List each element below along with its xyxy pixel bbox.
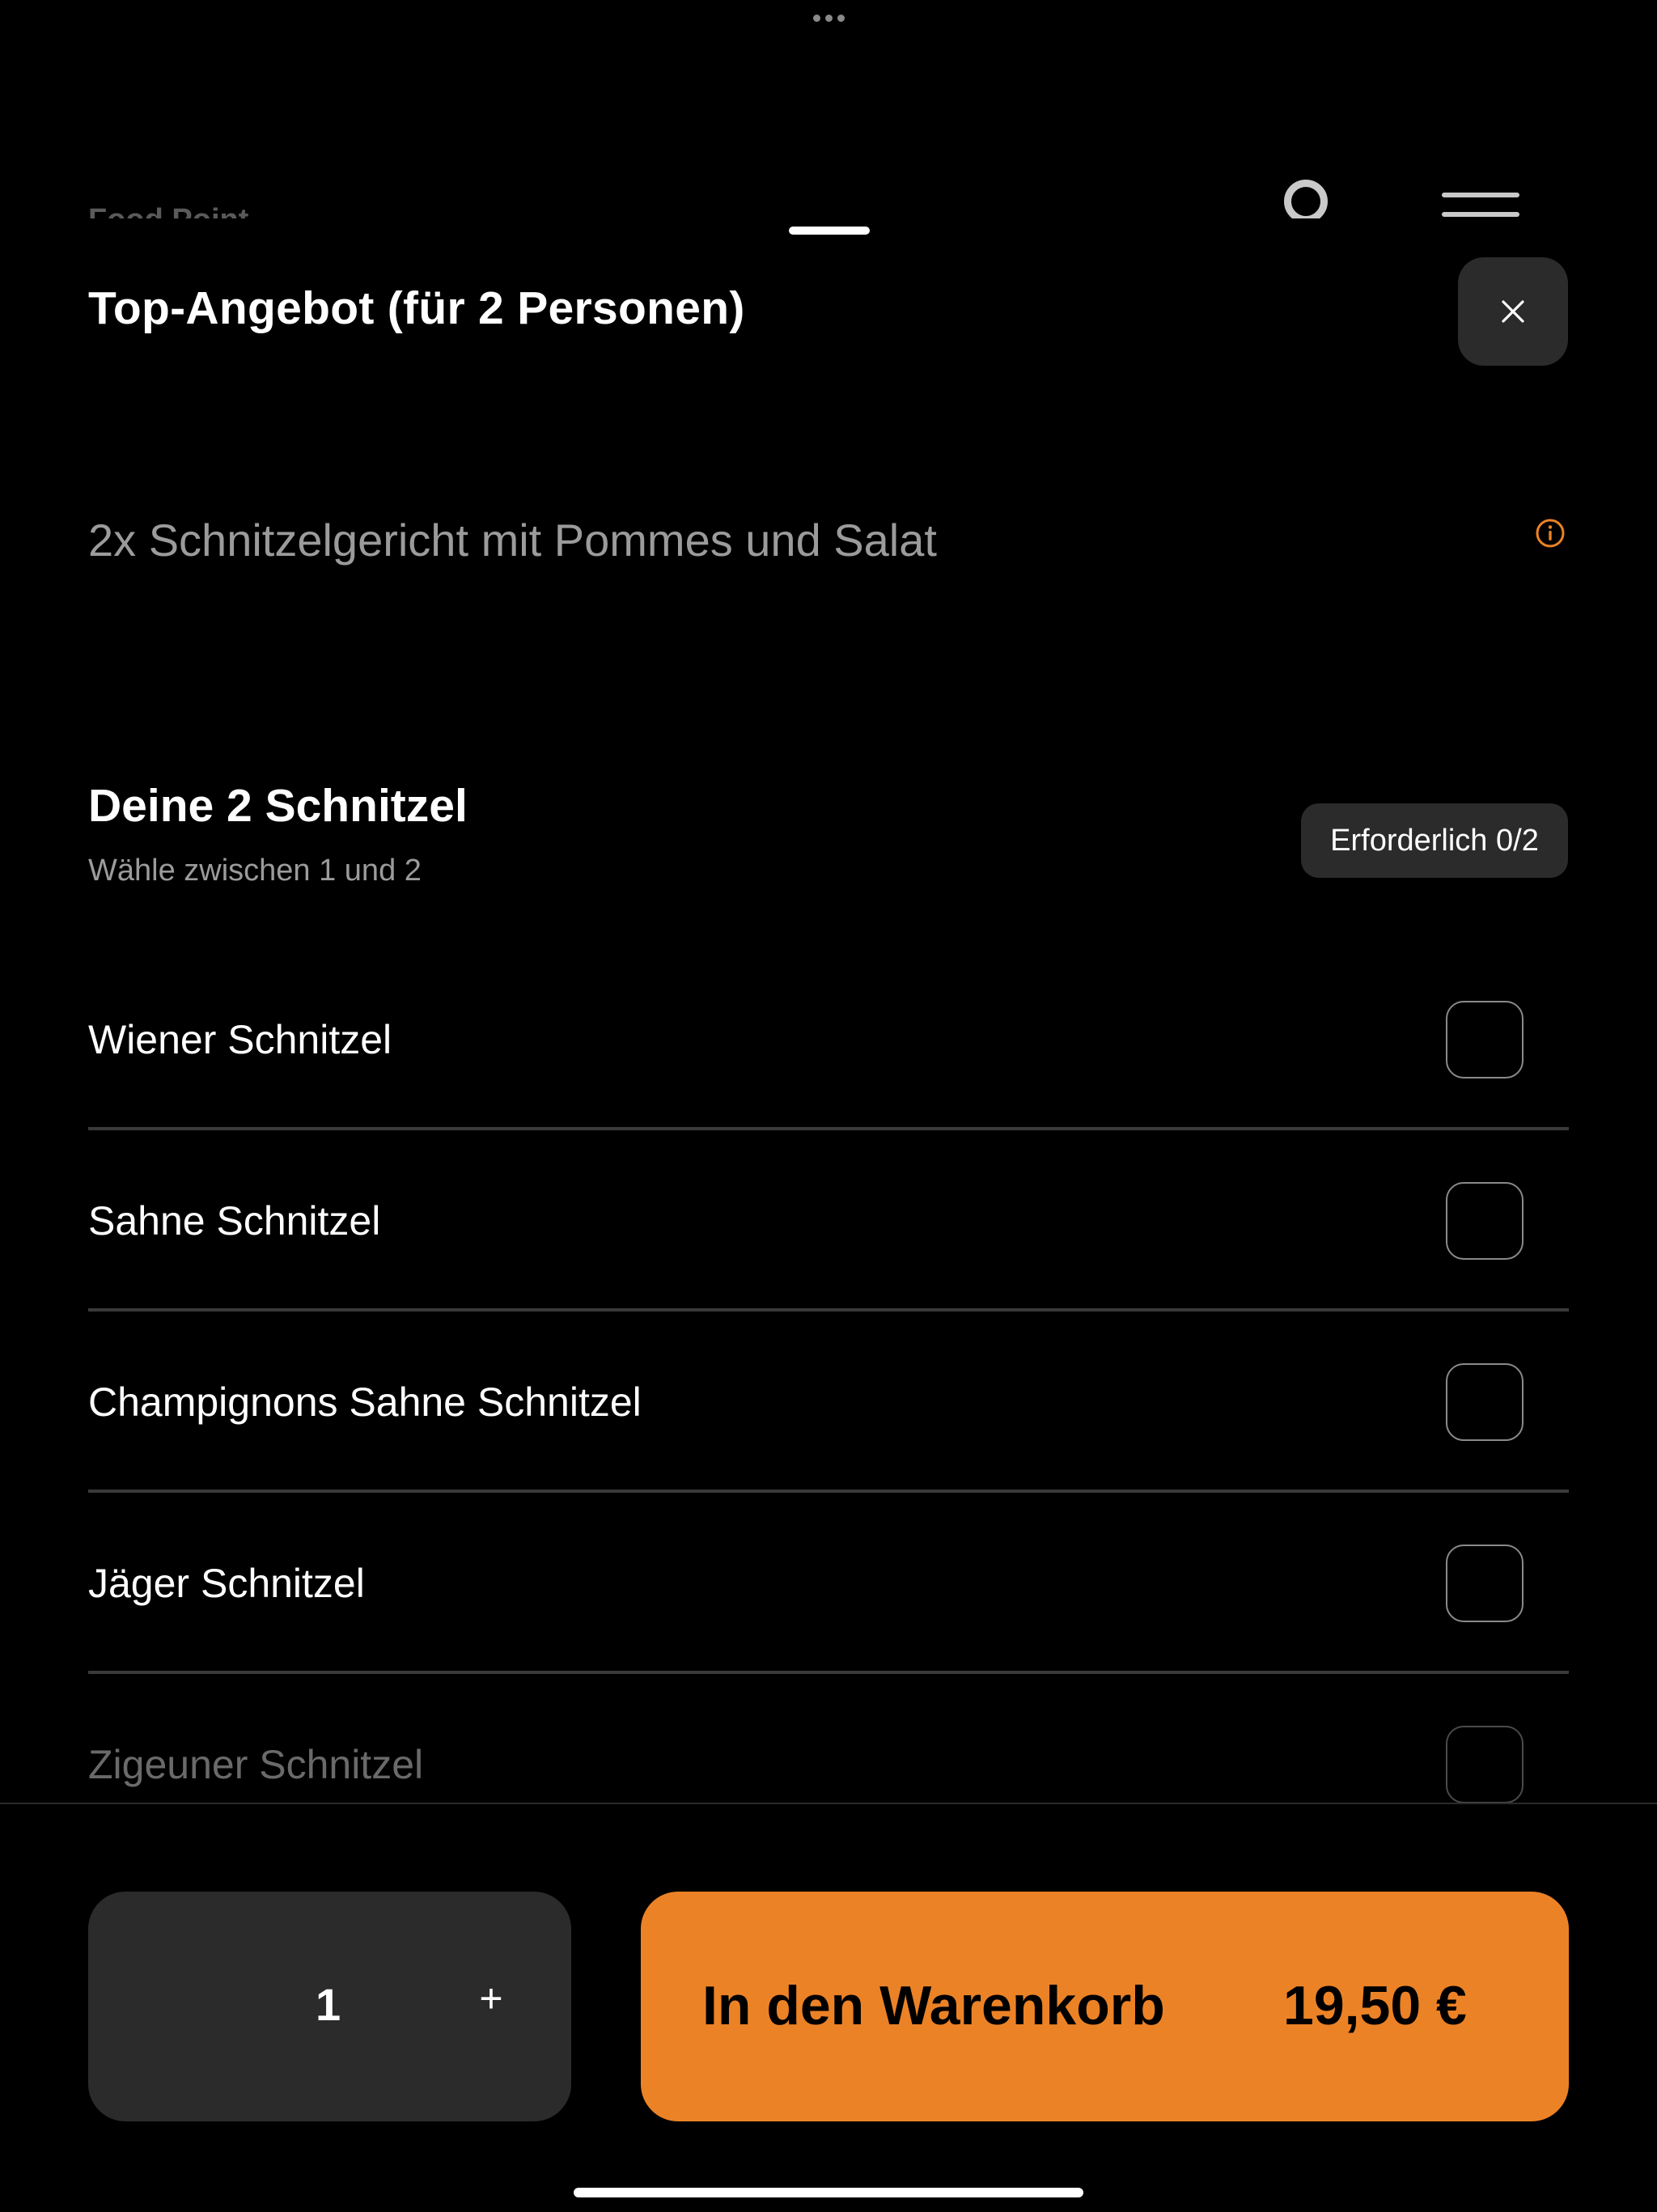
- close-icon: [1502, 300, 1524, 323]
- option-checkbox[interactable]: [1446, 1001, 1524, 1078]
- option-checkbox[interactable]: [1446, 1182, 1524, 1260]
- product-description: 2x Schnitzelgericht mit Pommes und Salat: [88, 515, 937, 566]
- option-row-jaeger[interactable]: Jäger Schnitzel: [88, 1493, 1569, 1674]
- price-label: 19,50 €: [1283, 1975, 1467, 2036]
- product-title: Top-Angebot (für 2 Personen): [88, 282, 745, 334]
- option-checkbox[interactable]: [1446, 1545, 1524, 1622]
- option-label: Champignons Sahne Schnitzel: [88, 1379, 642, 1425]
- background-brand-name: Food Point: [88, 203, 249, 220]
- required-badge: Erforderlich 0/2: [1301, 803, 1568, 878]
- info-icon[interactable]: [1535, 518, 1566, 549]
- option-group-title: Deine 2 Schnitzel: [88, 780, 468, 832]
- sheet-grabber[interactable]: [789, 227, 870, 235]
- option-row-champignons[interactable]: Champignons Sahne Schnitzel: [88, 1312, 1569, 1493]
- option-label: Wiener Schnitzel: [88, 1017, 392, 1062]
- option-label: Zigeuner Schnitzel: [88, 1742, 424, 1787]
- background-status-icon: [1284, 180, 1328, 223]
- plus-icon[interactable]: +: [471, 1974, 511, 2023]
- add-to-cart-label: In den Warenkorb: [702, 1975, 1165, 2036]
- close-button[interactable]: [1458, 257, 1568, 366]
- option-checkbox[interactable]: [1446, 1363, 1524, 1441]
- option-row-sahne[interactable]: Sahne Schnitzel: [88, 1130, 1569, 1312]
- option-checkbox[interactable]: [1446, 1726, 1524, 1803]
- quantity-value: 1: [316, 1979, 341, 2030]
- multitasking-dots-icon[interactable]: [809, 15, 848, 24]
- option-label: Jäger Schnitzel: [88, 1561, 365, 1606]
- option-row-wiener[interactable]: Wiener Schnitzel: [88, 949, 1569, 1130]
- option-label: Sahne Schnitzel: [88, 1198, 381, 1244]
- option-group-subtitle: Wähle zwischen 1 und 2: [88, 854, 422, 888]
- home-indicator[interactable]: [574, 2188, 1083, 2197]
